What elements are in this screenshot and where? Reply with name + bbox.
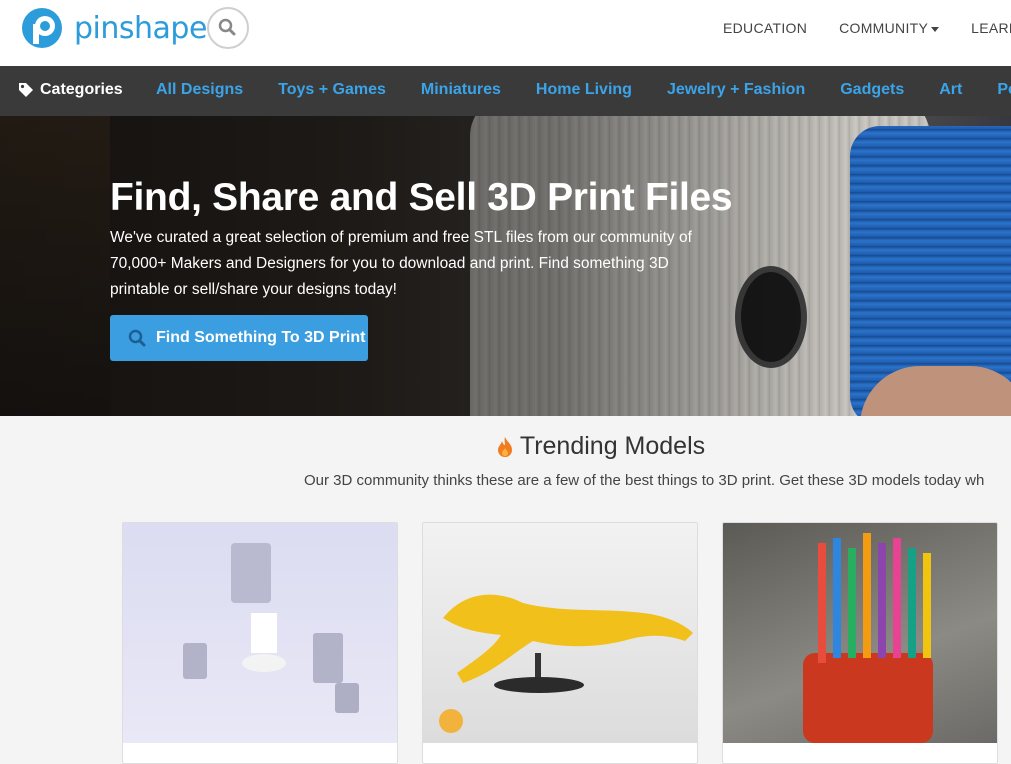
category-home-living[interactable]: Home Living: [536, 81, 632, 99]
nav-learn[interactable]: LEARN: [971, 20, 1011, 36]
model-thumbnail[interactable]: [123, 523, 397, 743]
robots-model-image: [183, 543, 359, 713]
model-thumbnail[interactable]: [423, 523, 697, 743]
categories-menu[interactable]: Categories: [18, 81, 123, 99]
cheetah-model-image: [443, 594, 693, 693]
category-miniatures[interactable]: Miniatures: [421, 81, 501, 99]
hero-description: We've curated a great selection of premi…: [110, 229, 692, 298]
hero-title: Find, Share and Sell 3D Print Files: [110, 176, 733, 219]
category-links: All Designs Toys + Games Miniatures Home…: [156, 81, 1011, 99]
nav-community-label: COMMUNITY: [839, 20, 929, 36]
top-header: pinshape EDUCATION COMMUNITY LEARN: [0, 0, 1011, 67]
top-nav: EDUCATION COMMUNITY LEARN: [723, 20, 1011, 36]
logo-mark-icon: [22, 8, 62, 48]
model-card[interactable]: [422, 522, 698, 764]
category-art[interactable]: Art: [939, 81, 962, 99]
search-button[interactable]: [207, 7, 249, 49]
find-something-button[interactable]: Find Something To 3D Print: [110, 315, 368, 361]
categories-label: Categories: [40, 81, 123, 98]
category-gadgets[interactable]: Gadgets: [840, 81, 904, 99]
model-thumbnail[interactable]: [723, 523, 997, 743]
category-jewelry-fashion[interactable]: Jewelry + Fashion: [667, 81, 805, 99]
pinshape-logo[interactable]: pinshape: [18, 6, 207, 50]
trending-subtitle: Our 3D community thinks these are a few …: [304, 472, 985, 489]
flame-icon: [497, 436, 512, 457]
category-toys-games[interactable]: Toys + Games: [278, 81, 386, 99]
find-something-label: Find Something To 3D Print: [156, 329, 366, 346]
category-bar: Categories All Designs Toys + Games Mini…: [0, 66, 1011, 116]
chevron-down-icon: [931, 26, 940, 32]
trending-title: Trending Models: [519, 432, 706, 460]
category-people[interactable]: People +: [997, 81, 1011, 99]
robot-badge-icon: [439, 709, 463, 733]
model-card[interactable]: [122, 522, 398, 764]
nav-education[interactable]: EDUCATION: [723, 20, 807, 36]
magnifier-icon: [128, 329, 146, 347]
nav-community[interactable]: COMMUNITY: [839, 20, 940, 36]
tag-icon: [19, 83, 33, 97]
trending-heading: Trending Models: [0, 432, 1011, 465]
category-all-designs[interactable]: All Designs: [156, 81, 243, 99]
logo-text: pinshape: [74, 10, 207, 46]
search-icon: [218, 18, 236, 36]
marker-holder-image: [803, 533, 933, 743]
model-card[interactable]: [722, 522, 998, 764]
hero-banner: Find, Share and Sell 3D Print Files We'v…: [0, 116, 1011, 416]
